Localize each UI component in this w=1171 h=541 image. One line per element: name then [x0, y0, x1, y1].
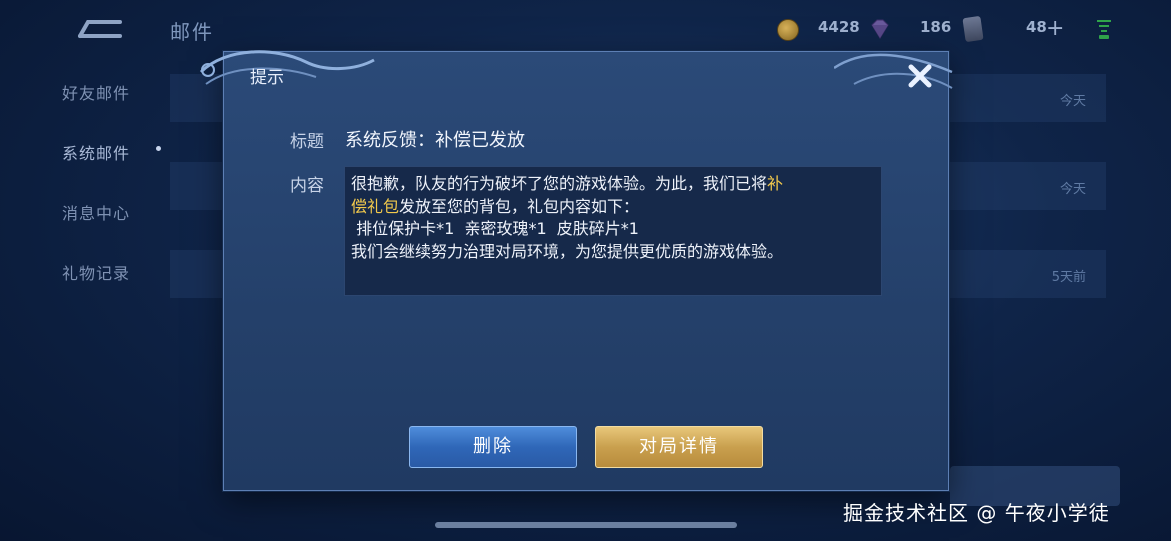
cloud-ornament-icon [199, 50, 375, 85]
gem-count: 186 [920, 18, 952, 36]
content-text: 发放至您的背包，礼包内容如下： [399, 196, 640, 216]
list-item-date: 今天 [1059, 182, 1086, 197]
back-arrow-icon[interactable] [76, 16, 124, 42]
sidebar-item-system-mail[interactable]: 系统邮件 [62, 140, 130, 164]
watermark: 掘金技术社区 @ 午夜小学徒 [843, 501, 1110, 525]
mail-sidebar: 好友邮件 系统邮件 消息中心 礼物记录 [0, 60, 170, 320]
dialog-title: 提示 [250, 68, 284, 88]
mail-content: 很抱歉，队友的行为破坏了您的游戏体验。为此，我们已将补 偿礼包发放至您的背包，礼… [344, 166, 882, 296]
active-indicator [156, 146, 161, 151]
card-icon [962, 15, 984, 43]
sidebar-item-message-center[interactable]: 消息中心 [62, 200, 130, 224]
list-item-date: 5天前 [1051, 270, 1086, 285]
plus-icon[interactable]: + [1046, 18, 1064, 40]
coin-icon [777, 19, 799, 41]
notice-dialog: 提示 标题 系统反馈：补偿已发放 内容 很抱歉，队友的行为破坏了您的游戏体验。为… [199, 50, 953, 491]
content-text: 很抱歉，队友的行为破坏了您的游戏体验。为此，我们已将 [351, 174, 768, 193]
match-details-button[interactable]: 对局详情 [595, 426, 763, 468]
content-text: 排位保护卡*1 亲密玫瑰*1 皮肤碎片*1 [351, 219, 639, 238]
mail-subject: 系统反馈：补偿已发放 [345, 130, 525, 151]
content-highlight: 补 [767, 174, 784, 193]
list-item-date: 今天 [1059, 94, 1086, 109]
delete-button[interactable]: 删除 [409, 426, 577, 468]
close-icon[interactable] [902, 58, 938, 94]
home-indicator[interactable] [435, 522, 737, 528]
subject-label: 标题 [290, 132, 324, 152]
content-highlight: 偿礼包 [351, 196, 400, 216]
gem-icon [869, 19, 891, 39]
signal-icon [1096, 16, 1112, 42]
sidebar-item-gift-record[interactable]: 礼物记录 [62, 260, 130, 284]
card-count: 48 [1026, 18, 1047, 36]
content-text: 我们会继续努力治理对局环境，为您提供更优质的游戏体验。 [351, 241, 784, 261]
gold-count: 4428 [818, 18, 860, 36]
content-label: 内容 [290, 176, 324, 196]
page-title: 邮件 [170, 20, 214, 44]
sidebar-item-friend-mail[interactable]: 好友邮件 [62, 80, 130, 104]
